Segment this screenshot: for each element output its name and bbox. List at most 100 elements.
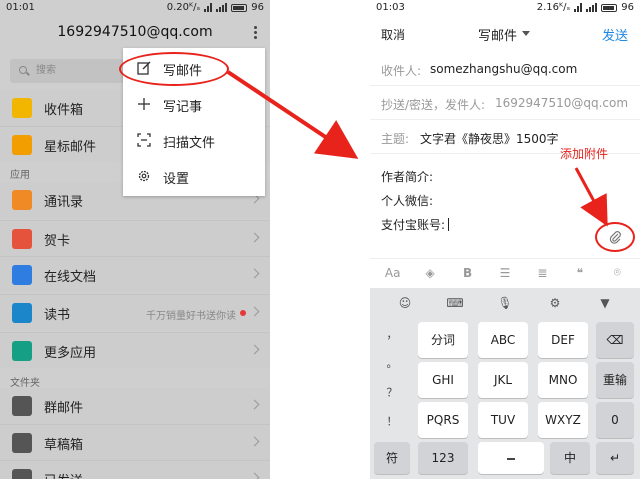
punct-key[interactable]: ！ — [374, 407, 410, 436]
symbol-key[interactable]: 符 — [374, 442, 410, 474]
more-menu-icon[interactable] — [254, 26, 258, 39]
sidebar-item-reading[interactable]: 读书 千万销量好书送你读 — [0, 294, 270, 330]
text-caret — [448, 218, 450, 231]
to-field[interactable]: 收件人: somezhangshu@qq.com — [370, 52, 640, 86]
number-key[interactable]: 123 — [418, 442, 468, 474]
chevron-down-icon[interactable] — [522, 31, 530, 36]
sidebar-item-online-docs[interactable]: 在线文档 — [0, 256, 270, 292]
gear-icon[interactable]: ⚙ — [543, 296, 567, 310]
cc-field[interactable]: 抄送/密送，发件人: 1692947510@qq.com — [370, 86, 640, 120]
chevron-right-icon — [249, 399, 260, 410]
keyboard: ☺ ⌨ 🎙 ⚙ ▼ ， 。 ？ ！ 分词 ABC DEF ⌫ GHI JKL M… — [370, 288, 640, 479]
contacts-icon — [12, 190, 32, 210]
email-body[interactable]: 作者简介: 个人微信: 支付宝账号: — [381, 165, 450, 237]
menu-item-note[interactable]: 写记事 — [123, 86, 265, 122]
key-tuv[interactable]: TUV — [478, 402, 528, 438]
quote-icon[interactable]: ❝ — [570, 266, 590, 280]
sent-label: 已发送 — [44, 470, 83, 479]
space-key[interactable] — [478, 442, 544, 474]
reading-promo: 千万销量好书送你读 — [146, 311, 236, 322]
search-icon — [19, 66, 27, 74]
compose-header: 取消 写邮件 发送 — [370, 16, 640, 50]
right-phone-screen: 01:03 2.16ᴷ/ₛ 96 取消 写邮件 发送 收件人: somezhan… — [370, 0, 640, 479]
chevron-right-icon — [249, 344, 260, 355]
body-line: 作者简介: — [381, 170, 434, 184]
emoji-icon[interactable]: ☺ — [393, 296, 417, 310]
key-def[interactable]: DEF — [538, 322, 588, 358]
contacts-label: 通讯录 — [44, 195, 84, 210]
book-icon — [12, 303, 32, 323]
mic-icon — [507, 457, 515, 460]
key-mno[interactable]: MNO — [538, 362, 588, 398]
wifi-icon — [574, 3, 583, 12]
signal-icon — [216, 3, 228, 12]
sidebar-item-sent[interactable]: 已发送 — [0, 460, 270, 479]
greeting-card-label: 贺卡 — [44, 234, 71, 249]
status-bar: 01:01 0.20ᴷ/ₛ 96 — [0, 0, 270, 16]
keyboard-toolbar: ☺ ⌨ 🎙 ⚙ ▼ — [370, 288, 640, 318]
search-placeholder: 搜索 — [36, 65, 56, 76]
to-label: 收件人: — [381, 64, 422, 78]
page-title[interactable]: 写邮件 — [478, 25, 517, 44]
reading-label: 读书 — [44, 308, 71, 323]
body-line: 支付宝账号: — [381, 213, 450, 237]
battery-icon — [231, 3, 248, 12]
send-button[interactable]: 发送 — [602, 25, 628, 44]
status-bar: 01:03 2.16ᴷ/ₛ 96 — [370, 0, 640, 16]
bold-button[interactable]: B — [458, 266, 478, 280]
chevron-right-icon — [249, 436, 260, 447]
key-pqrs[interactable]: PQRS — [418, 402, 468, 438]
key-segment[interactable]: 分词 — [418, 322, 468, 358]
keyboard-icon[interactable]: ⌨ — [443, 296, 467, 310]
subject-value[interactable]: 文字君《静夜思》1500字 — [420, 130, 559, 147]
unread-dot — [240, 310, 246, 316]
enter-key[interactable]: ↵ — [596, 442, 634, 474]
key-abc[interactable]: ABC — [478, 322, 528, 358]
account-email: 1692947510@qq.com — [57, 24, 213, 40]
chevron-right-icon — [249, 232, 260, 243]
inbox-icon — [12, 98, 32, 118]
to-value[interactable]: somezhangshu@qq.com — [430, 62, 577, 76]
card-icon — [12, 229, 32, 249]
plus-icon — [138, 98, 150, 110]
menu-item-settings[interactable]: 设置 — [123, 158, 265, 194]
battery-level: 96 — [621, 2, 634, 13]
menu-item-scan[interactable]: 扫描文件 — [123, 122, 265, 158]
cc-value: 1692947510@qq.com — [495, 96, 629, 110]
left-phone-screen: 01:01 0.20ᴷ/ₛ 96 1692947510@qq.com 搜索 收件… — [0, 0, 270, 479]
punct-key[interactable]: 。 — [374, 349, 410, 378]
key-zero[interactable]: 0 — [596, 402, 634, 438]
backspace-key[interactable]: ⌫ — [596, 322, 634, 358]
body-line: 个人微信: — [381, 194, 434, 208]
cancel-button[interactable]: 取消 — [381, 26, 405, 43]
sidebar-item-drafts[interactable]: 草稿箱 — [0, 424, 270, 460]
location-icon[interactable]: ⌾ — [607, 265, 627, 280]
punct-key[interactable]: ， — [374, 320, 410, 349]
group-mail-icon — [12, 396, 32, 416]
inbox-label: 收件箱 — [44, 103, 84, 118]
font-size-button[interactable]: Aa — [383, 266, 403, 280]
highlight-compose-circle — [119, 52, 229, 86]
network-speed: 2.16ᴷ/ₛ — [536, 2, 571, 13]
align-icon[interactable]: ☰ — [495, 266, 515, 280]
key-wxyz[interactable]: WXYZ — [538, 402, 588, 438]
language-key[interactable]: 中 — [550, 442, 590, 474]
punct-key[interactable]: ？ — [374, 378, 410, 407]
fill-icon[interactable]: ◈ — [420, 266, 440, 280]
reenter-key[interactable]: 重输 — [596, 362, 634, 398]
menu-scan-label: 扫描文件 — [163, 136, 216, 151]
sidebar-item-group-mail[interactable]: 群邮件 — [0, 388, 270, 424]
key-jkl[interactable]: JKL — [478, 362, 528, 398]
star-icon — [12, 135, 32, 155]
cc-label: 抄送/密送，发件人: — [381, 98, 486, 112]
grid-icon — [12, 341, 32, 361]
key-ghi[interactable]: GHI — [418, 362, 468, 398]
collapse-icon[interactable]: ▼ — [593, 296, 617, 310]
list-icon[interactable]: ≣ — [532, 266, 552, 280]
scan-icon — [137, 133, 151, 147]
sidebar-item-more-apps[interactable]: 更多应用 — [0, 332, 270, 368]
backspace-icon: ⌫ — [606, 333, 624, 347]
mic-icon[interactable]: 🎙 — [493, 296, 517, 310]
punctuation-column[interactable]: ， 。 ？ ！ — [374, 320, 410, 436]
sidebar-item-greeting-card[interactable]: 贺卡 — [0, 220, 270, 256]
